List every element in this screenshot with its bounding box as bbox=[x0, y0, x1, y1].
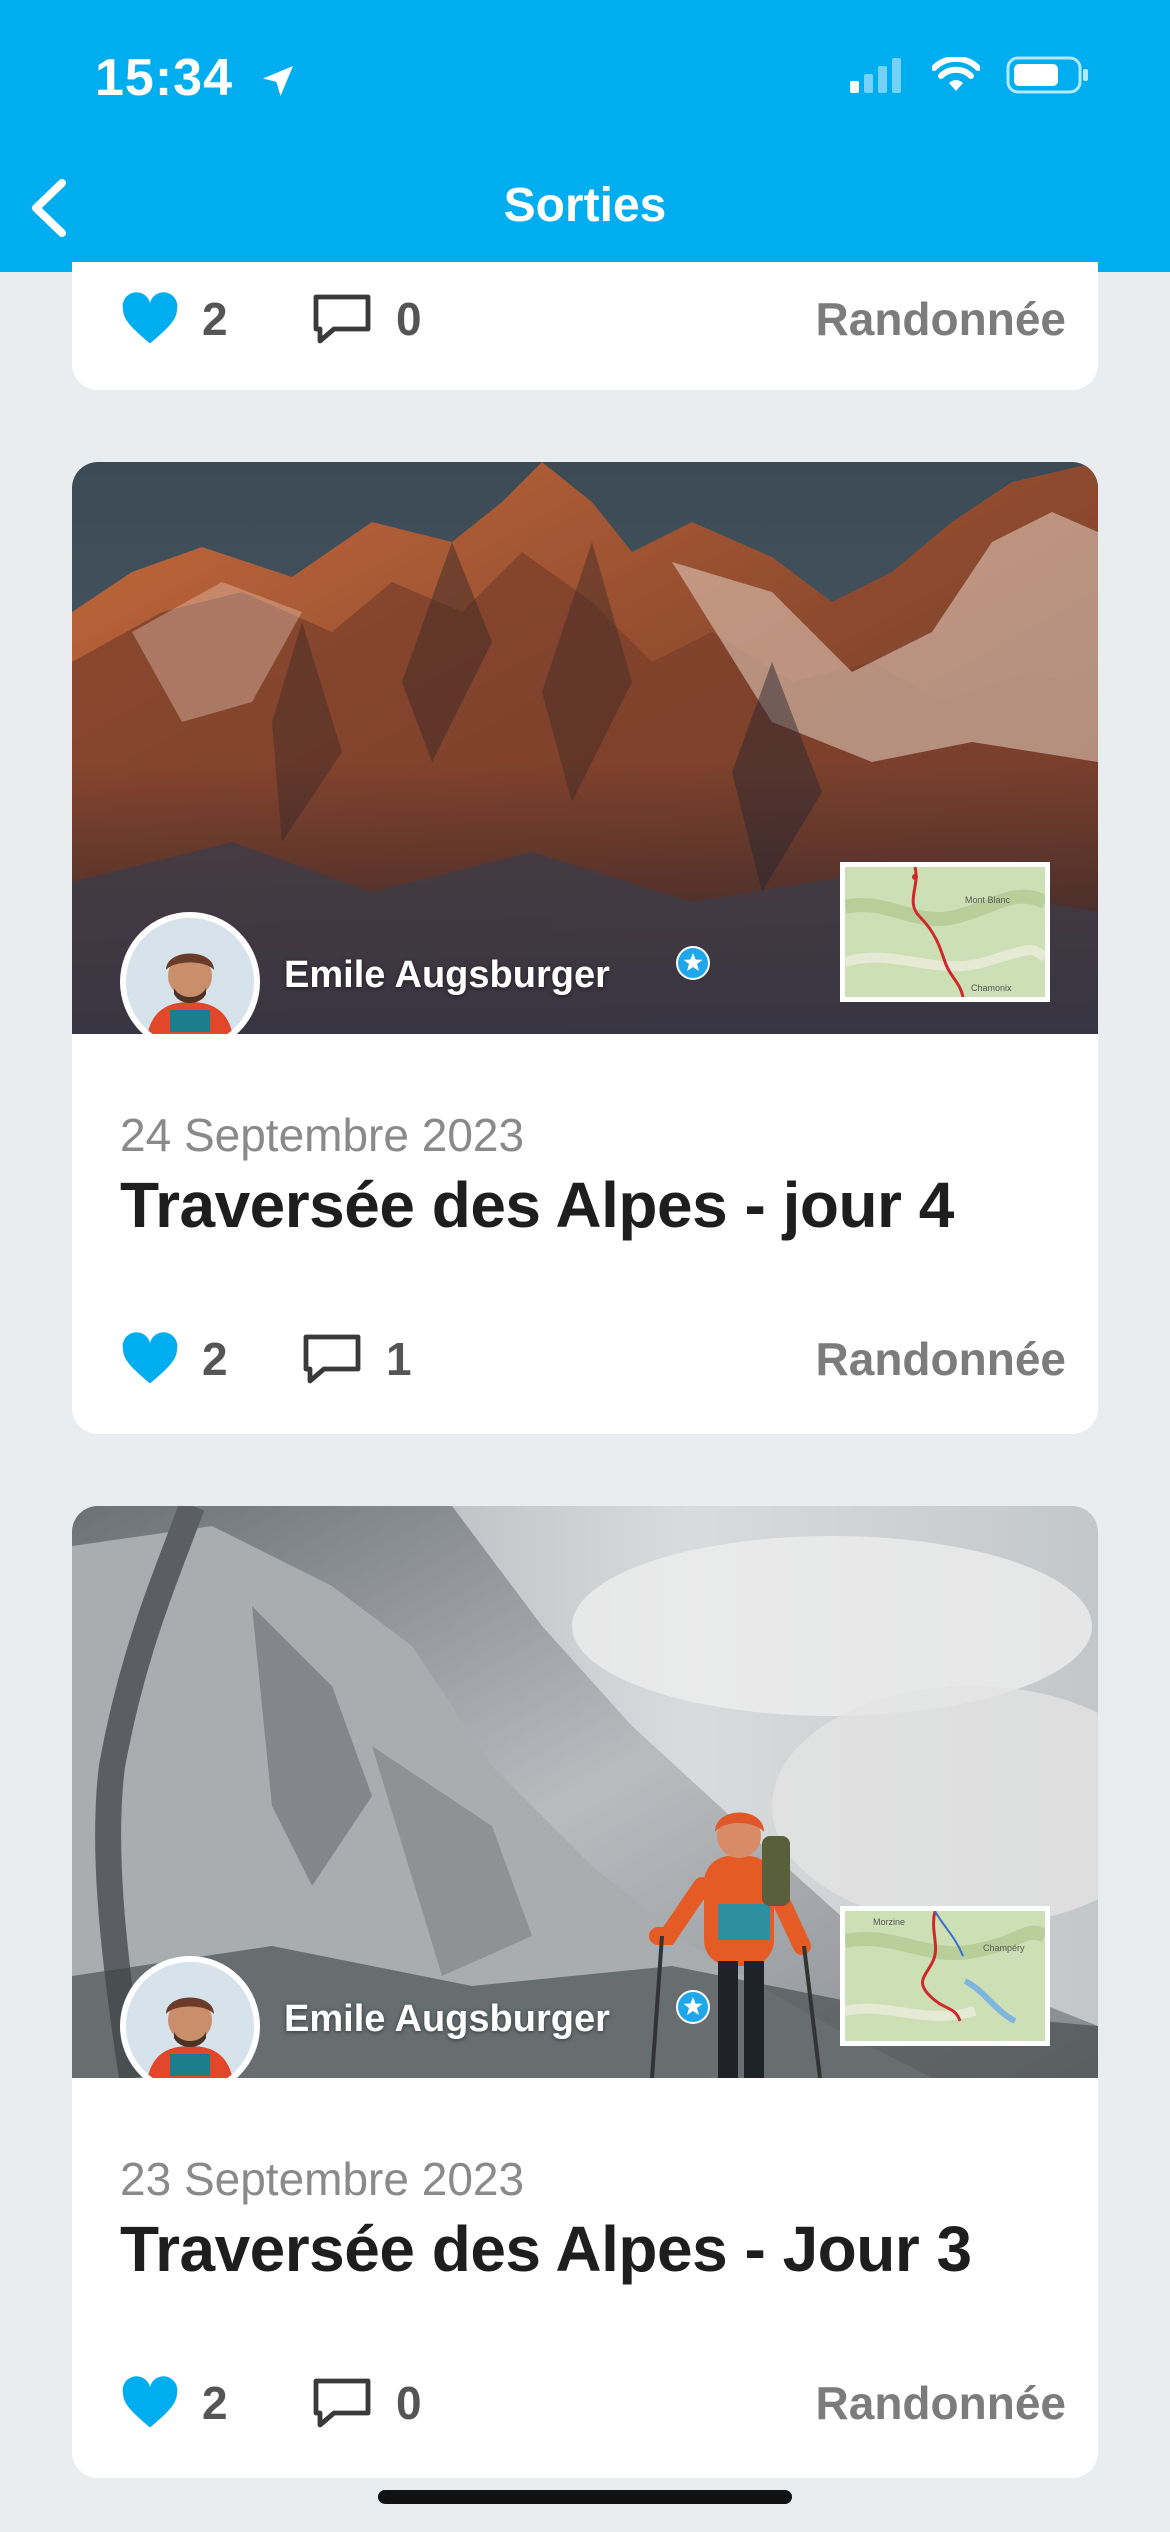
status-indicators bbox=[848, 55, 1090, 100]
map-label: Champéry bbox=[983, 1943, 1025, 1953]
page-title: Sorties bbox=[503, 179, 667, 232]
like-button[interactable]: 2 bbox=[120, 292, 300, 346]
activity-title[interactable]: Traversée des Alpes - Jour 3 bbox=[120, 2212, 972, 2286]
map-label: Chamonix bbox=[971, 983, 1012, 993]
like-count: 2 bbox=[202, 2377, 228, 2429]
route-map-icon: Morzine Champéry bbox=[845, 1911, 1045, 2041]
activity-date: 24 Septembre 2023 bbox=[120, 1109, 525, 1161]
comment-icon bbox=[303, 1334, 361, 1384]
activity-card[interactable]: Emile Augsburger Mont Blanc Chamonix 24 … bbox=[72, 462, 1098, 1434]
map-label: Mont Blanc bbox=[965, 895, 1011, 905]
activity-category: Randonnée bbox=[815, 293, 1066, 345]
activity-hero-photo[interactable]: Emile Augsburger Morzine Champéry bbox=[72, 1506, 1098, 2078]
comment-icon bbox=[313, 2378, 371, 2428]
activity-category: Randonnée bbox=[815, 2377, 1066, 2429]
home-indicator[interactable] bbox=[378, 2490, 792, 2504]
heart-icon bbox=[122, 292, 178, 344]
like-button[interactable]: 2 bbox=[120, 1332, 300, 1386]
activity-hero-photo[interactable]: Emile Augsburger Mont Blanc Chamonix bbox=[72, 462, 1098, 1034]
activity-date: 23 Septembre 2023 bbox=[120, 2153, 525, 2205]
comment-count: 0 bbox=[396, 293, 422, 345]
comment-icon bbox=[313, 294, 371, 344]
author-name[interactable]: Emile Augsburger bbox=[284, 1998, 610, 2041]
battery-icon bbox=[1006, 55, 1090, 100]
card-stats: 2 0 Randonnée bbox=[120, 2368, 1066, 2438]
like-button[interactable]: 2 bbox=[120, 2376, 300, 2430]
author-name[interactable]: Emile Augsburger bbox=[284, 954, 610, 997]
comment-button[interactable]: 0 bbox=[310, 290, 422, 348]
route-map-thumbnail[interactable]: Morzine Champéry bbox=[840, 1906, 1050, 2046]
author-avatar-photo bbox=[126, 918, 254, 1034]
verified-badge-icon bbox=[676, 946, 710, 980]
wifi-icon bbox=[931, 55, 981, 98]
like-count: 2 bbox=[202, 293, 228, 345]
activity-category: Randonnée bbox=[815, 1333, 1066, 1385]
comment-count: 0 bbox=[396, 2377, 422, 2429]
heart-icon bbox=[122, 1332, 178, 1384]
status-time: 15:34 bbox=[95, 48, 298, 114]
card-stats: 2 1 Randonnée bbox=[120, 1324, 1066, 1394]
heart-icon bbox=[122, 2376, 178, 2428]
status-time-text: 15:34 bbox=[95, 49, 233, 107]
location-arrow-icon bbox=[258, 54, 298, 114]
like-count: 2 bbox=[202, 1333, 228, 1385]
cellular-signal-icon bbox=[848, 57, 906, 98]
activity-title[interactable]: Traversée des Alpes - jour 4 bbox=[120, 1168, 954, 1242]
route-map-thumbnail[interactable]: Mont Blanc Chamonix bbox=[840, 862, 1050, 1002]
top-app-bar: 15:34 Sorties bbox=[0, 0, 1170, 272]
verified-badge-icon bbox=[676, 1990, 710, 2024]
activity-card[interactable]: Emile Augsburger Morzine Champéry 23 Sep… bbox=[72, 1506, 1098, 2478]
comment-button[interactable]: 0 bbox=[310, 2374, 422, 2432]
card-stats: 2 0 Randonnée bbox=[120, 284, 1066, 354]
author-avatar-photo bbox=[126, 1962, 254, 2078]
activity-card-partial[interactable]: 2 0 Randonnée bbox=[72, 262, 1098, 390]
route-map-icon: Mont Blanc Chamonix bbox=[845, 867, 1045, 997]
comment-button[interactable]: 1 bbox=[300, 1330, 412, 1388]
comment-count: 1 bbox=[386, 1333, 412, 1385]
map-label: Morzine bbox=[873, 1917, 905, 1927]
